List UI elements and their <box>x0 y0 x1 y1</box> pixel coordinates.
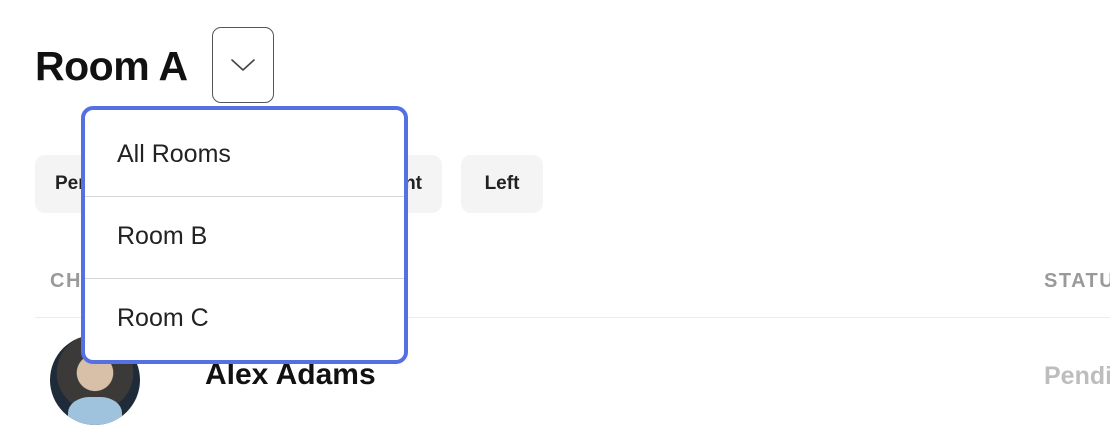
dropdown-item-room-b[interactable]: Room B <box>85 196 404 276</box>
room-dropdown-menu: All Rooms Room B Room C <box>81 106 408 364</box>
filter-left[interactable]: Left <box>461 155 543 213</box>
column-header-status: STATUS <box>1044 270 1110 292</box>
dropdown-item-room-c[interactable]: Room C <box>85 278 404 358</box>
status-badge: Pending <box>1044 362 1110 390</box>
room-select-button[interactable] <box>212 27 274 103</box>
page-title: Room A <box>35 43 188 89</box>
dropdown-item-all-rooms[interactable]: All Rooms <box>85 114 404 194</box>
chevron-down-icon <box>231 59 255 71</box>
